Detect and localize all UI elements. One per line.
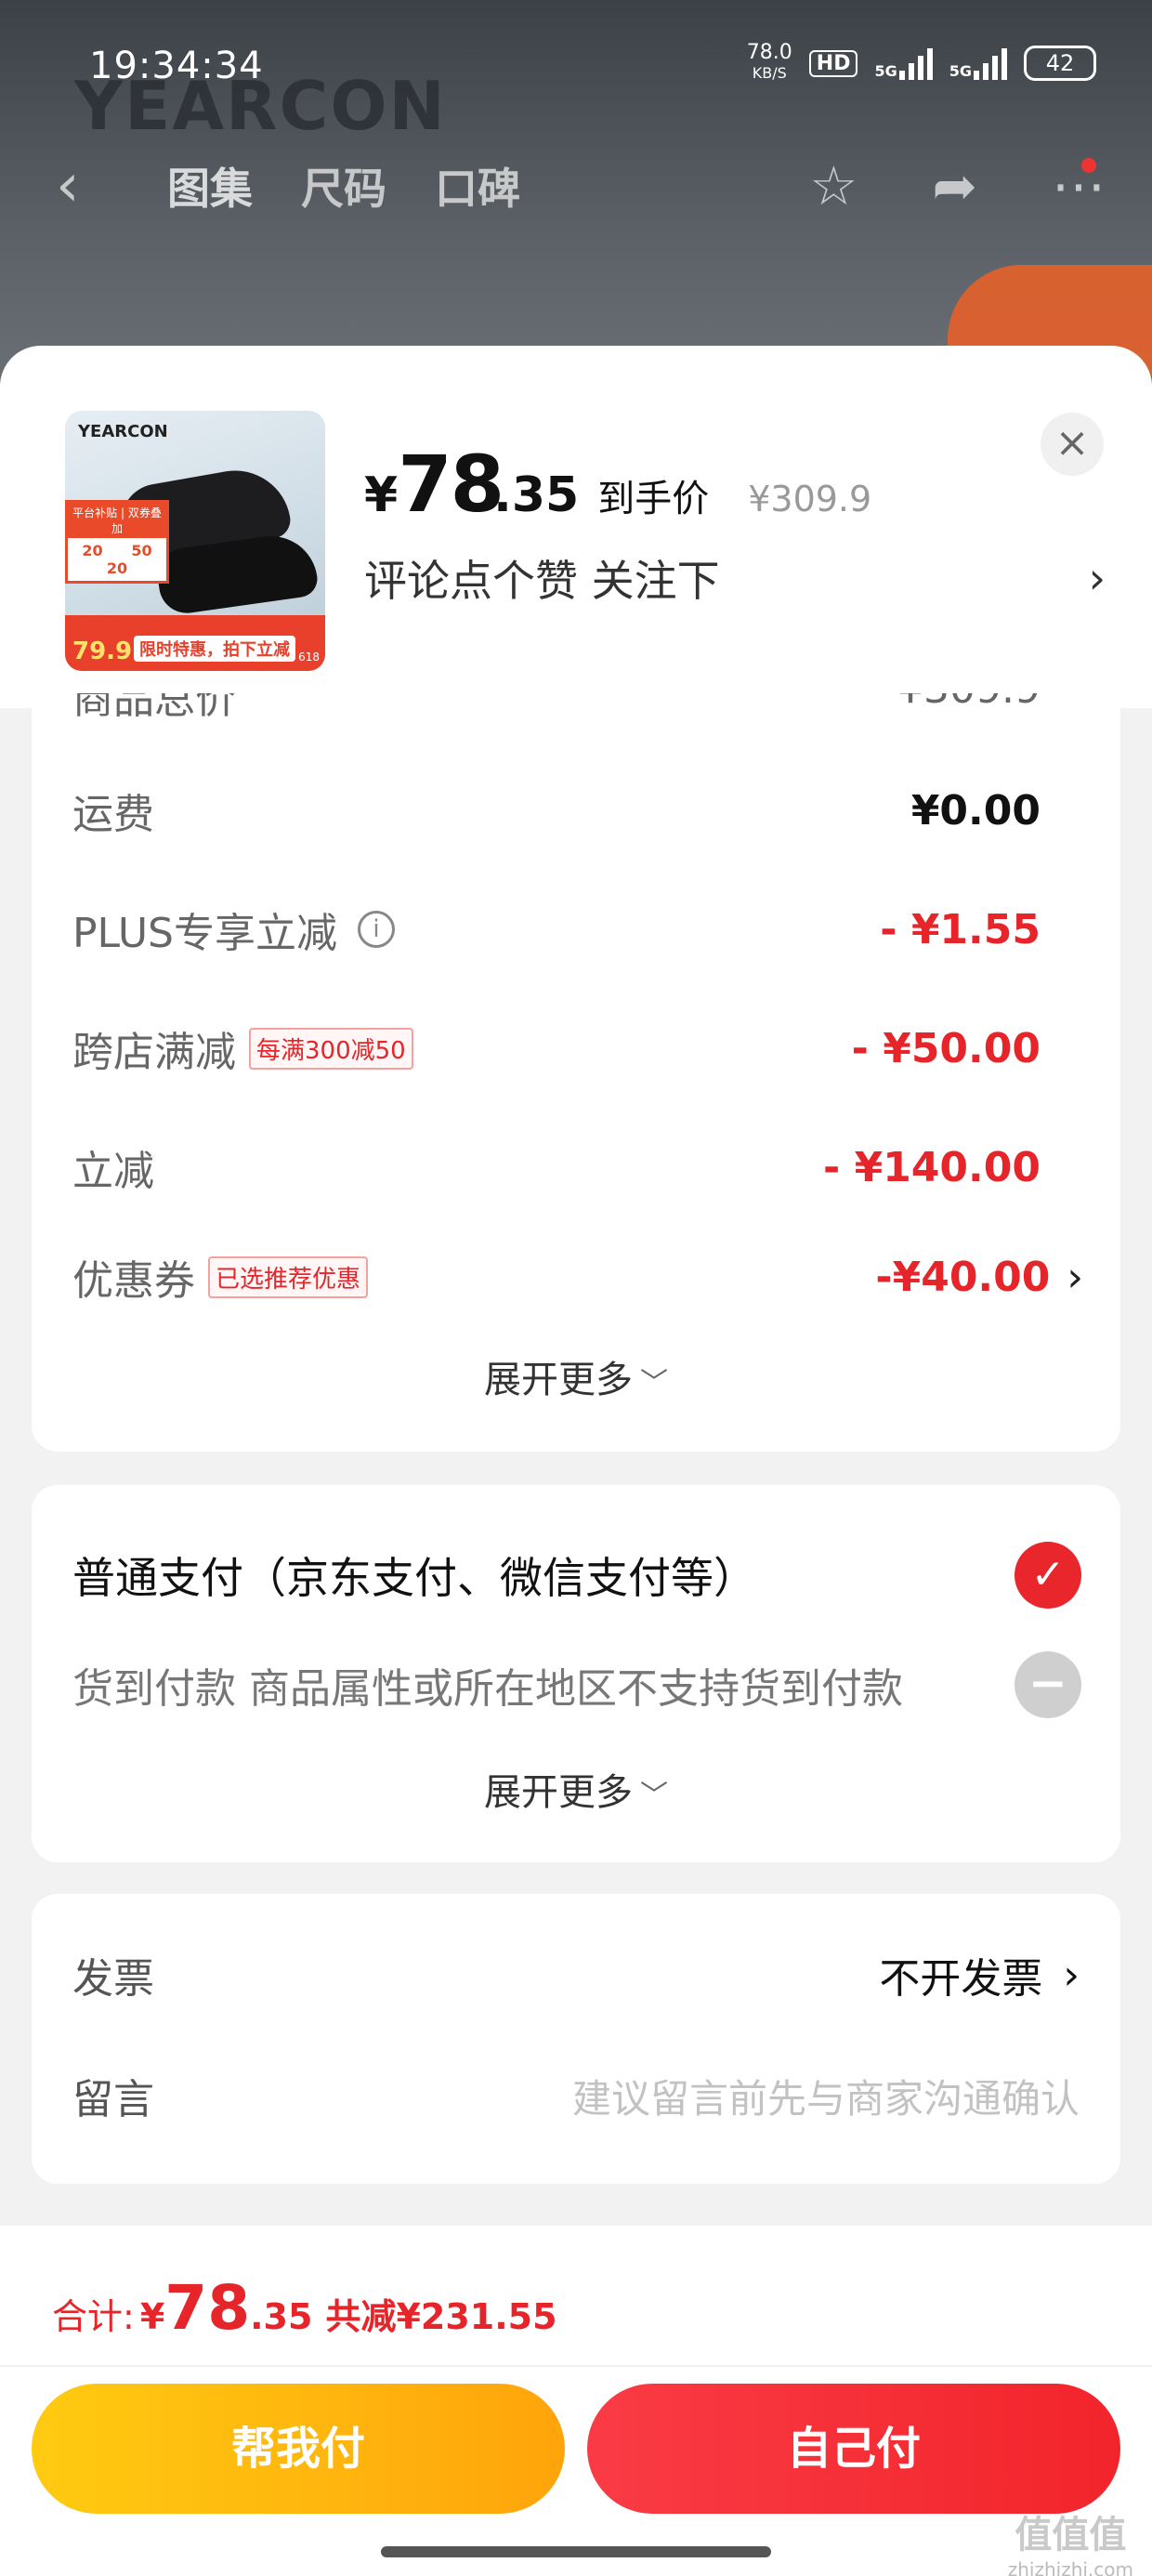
chevron-down-icon: ﹀ — [640, 1780, 668, 1812]
chevron-down-icon: ﹀ — [640, 1367, 668, 1400]
expand-more-button[interactable]: 展开更多 ﹀ — [32, 1349, 1120, 1403]
clipped-row: 商品总价 ¥309.9 — [72, 693, 1041, 723]
invoice-note-card: 发票 不开发票 › 留言 建议留言前先与商家沟通确认 — [32, 1894, 1120, 2184]
payment-method-card: 普通支付（京东支付、微信支付等） ✓ 货到付款 商品属性或所在地区不支持货到付款… — [32, 1485, 1120, 1862]
checkout-footer: 合计: ¥ 78 .35 共减¥231.55 帮我付 自己付 值值值 zhizh… — [0, 2226, 1152, 2576]
coupon-tag: 已选推荐优惠 — [208, 1255, 369, 1298]
home-indicator[interactable] — [381, 2546, 771, 2557]
payment-option-cod: 货到付款 商品属性或所在地区不支持货到付款 − — [72, 1643, 1081, 1727]
status-time: 19:34:34 — [89, 45, 264, 87]
order-total: 合计: ¥ 78 .35 共减¥231.55 — [52, 2272, 557, 2344]
promo-link[interactable]: 评论点个赞 关注下 › — [364, 545, 1106, 611]
tab-reviews[interactable]: 口碑 — [435, 155, 520, 217]
promo-text: 评论点个赞 关注下 — [364, 556, 720, 606]
more-icon[interactable]: ⋯ — [1052, 154, 1106, 217]
signal-5g-1: 5G — [874, 46, 933, 80]
payment-option-standard[interactable]: 普通支付（京东支付、微信支付等） ✓ — [72, 1533, 1081, 1617]
divider — [0, 2365, 1152, 2367]
total-saving: 共减¥231.55 — [325, 2296, 557, 2337]
plus-discount-row: PLUS专享立减 i - ¥1.55 — [72, 905, 1041, 958]
instant-discount-row: 立减 - ¥140.00 — [72, 1143, 1041, 1196]
tab-size[interactable]: 尺码 — [301, 155, 386, 217]
share-icon[interactable]: ➦ — [932, 154, 977, 217]
chevron-right-icon: › — [1063, 1951, 1080, 1999]
help-pay-button[interactable]: 帮我付 — [32, 2384, 565, 2514]
thumb-price-strip: 79.9 限时特惠，拍下立减 618 — [65, 615, 325, 671]
coupon-row[interactable]: 优惠券 已选推荐优惠 -¥40.00 › — [72, 1240, 1083, 1314]
network-speed: 78.0 KB/S — [746, 41, 792, 83]
status-bar: 19:34:34 78.0 KB/S HD 5G 5G 42 — [89, 39, 1096, 95]
watermark: 值值值 zhizhizhi.com — [1007, 2514, 1133, 2576]
sheet-header: YEARCON 平台补贴 | 双券叠加 20 50 20 79.9 限时特惠，拍下… — [0, 346, 1152, 708]
cross-store-discount-row: 跨店满减 每满300减50 - ¥50.00 — [72, 1024, 1041, 1077]
battery-icon: 42 — [1024, 46, 1096, 81]
thumb-brand: YEARCON — [78, 422, 168, 441]
shipping-row: 运费 ¥0.00 — [72, 786, 1041, 839]
invoice-row[interactable]: 发票 不开发票 › — [72, 1933, 1080, 2017]
final-price-label: 到手价 — [597, 478, 710, 520]
note-input[interactable]: 建议留言前先与商家沟通确认 — [572, 2068, 1080, 2124]
expand-more-button[interactable]: 展开更多 ﹀ — [32, 1762, 1120, 1816]
product-nav: ‹ 图集 尺码 口碑 ☆ ➦ ⋯ — [56, 149, 1106, 223]
star-icon[interactable]: ☆ — [809, 154, 857, 217]
close-icon[interactable]: × — [1041, 413, 1104, 476]
chevron-right-icon: › — [1067, 1253, 1083, 1301]
signal-icon — [974, 46, 1007, 80]
signal-icon — [898, 46, 933, 80]
hd-icon: HD — [808, 49, 858, 77]
checkmark-icon[interactable]: ✓ — [1015, 1542, 1081, 1609]
chevron-right-icon: › — [1088, 553, 1106, 603]
info-icon[interactable]: i — [358, 911, 395, 948]
price-breakdown-card: 商品总价 ¥309.9 运费 ¥0.00 PLUS专享立减 i - ¥1.55 … — [32, 693, 1120, 1452]
final-price: ¥78.35 到手价 ¥309.9 — [364, 439, 872, 530]
chevron-left-icon[interactable]: ‹ — [56, 151, 167, 220]
tab-gallery[interactable]: 图集 — [167, 155, 253, 217]
thumb-coupon-tag: 平台补贴 | 双券叠加 20 50 20 — [65, 500, 169, 584]
disabled-icon: − — [1015, 1651, 1081, 1718]
self-pay-button[interactable]: 自己付 — [587, 2384, 1120, 2514]
product-thumbnail[interactable]: YEARCON 平台补贴 | 双券叠加 20 50 20 79.9 限时特惠，拍下… — [65, 411, 325, 671]
background-product-page: YEARCON 19:34:34 78.0 KB/S HD 5G 5G 42 ‹… — [0, 0, 1152, 390]
original-price: ¥309.9 — [748, 479, 872, 519]
discount-tag: 每满300减50 — [249, 1027, 413, 1070]
note-row[interactable]: 留言 建议留言前先与商家沟通确认 — [72, 2054, 1080, 2137]
signal-5g-2: 5G — [949, 46, 1007, 80]
notification-dot — [1081, 158, 1096, 173]
